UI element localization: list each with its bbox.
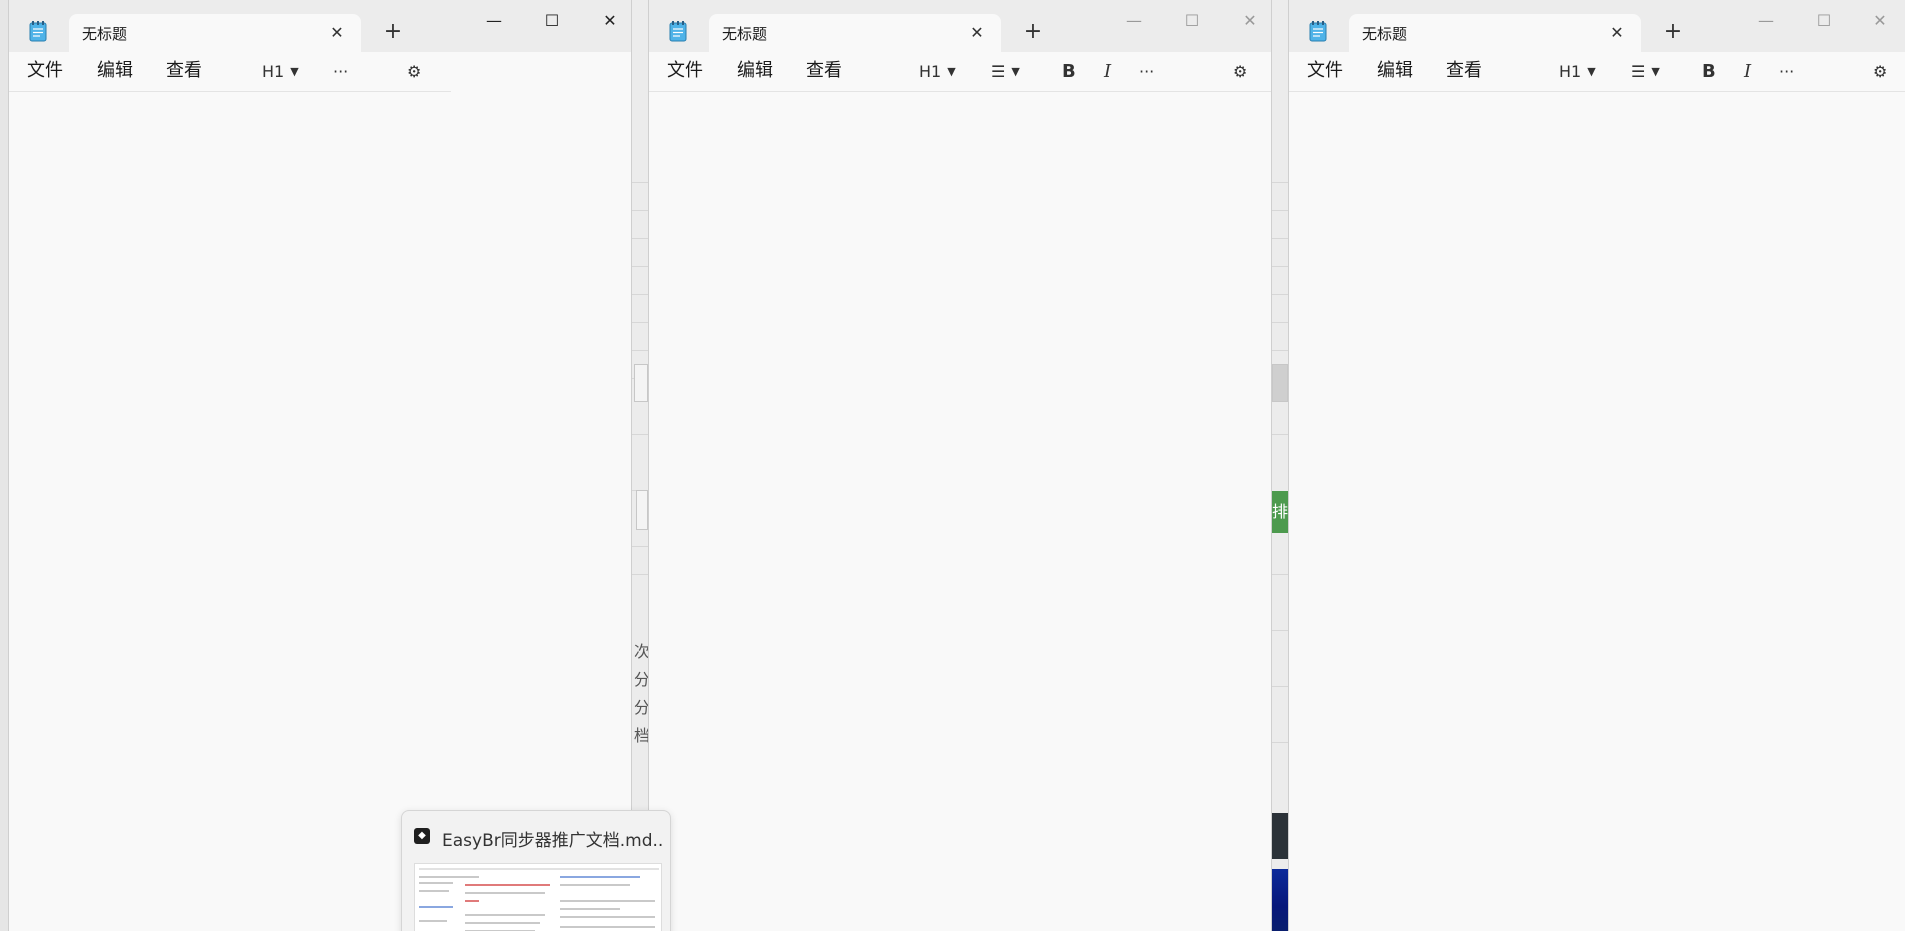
close-icon[interactable]: ✕ [327,23,347,43]
bold-button[interactable]: B [1062,60,1076,84]
notepad-icon [669,21,687,42]
tab-title: 无标题 [82,25,128,43]
close-icon[interactable]: ✕ [1227,6,1271,36]
tab-untitled[interactable]: 无标题 ✕ [1349,14,1641,52]
title-bar[interactable]: 无标题 ✕ + — ☐ ✕ [9,0,631,52]
plus-icon[interactable]: + [381,20,405,44]
title-bar[interactable]: 无标题 ✕ + — ☐ ✕ [649,0,1271,52]
menu-file[interactable]: 文件 [27,60,63,82]
bold-button[interactable]: B [1702,60,1716,84]
heading-dropdown[interactable]: H1 ▼ [262,60,299,84]
thumbnail-preview [414,863,662,931]
chevron-down-icon: ▼ [290,65,299,78]
close-icon[interactable]: ✕ [1607,23,1627,43]
more-button[interactable]: ··· [1139,60,1154,84]
background-text: 分 [634,698,648,717]
bulleted-list-icon: ☰ [991,62,1006,81]
notepad-icon [1309,21,1327,42]
chevron-down-icon: ▼ [1011,65,1020,78]
heading-label: H1 [262,62,285,81]
notepad-icon [29,21,47,42]
app-icon: ◆ [414,828,430,844]
heading-label: H1 [1559,62,1582,81]
maximize-icon[interactable]: ☐ [1801,6,1847,36]
background-window-strip-1: 次 分 分 档 [632,0,648,931]
menu-file[interactable]: 文件 [667,60,703,82]
list-dropdown[interactable]: ☰ ▼ [991,60,1020,84]
notepad-window-3: 无标题 ✕ + — ☐ ✕ 文件 编辑 查看 H1 ▼ ☰ ▼ B I ··· ⚙ [1288,0,1905,931]
maximize-icon[interactable]: ☐ [1169,6,1215,36]
close-icon[interactable]: ✕ [967,23,987,43]
menu-file[interactable]: 文件 [1307,60,1343,82]
minimize-icon[interactable]: — [1743,6,1789,36]
heading-dropdown[interactable]: H1 ▼ [1559,60,1596,84]
notepad-window-1: 无标题 ✕ + — ☐ ✕ 文件 编辑 查看 H1 ▼ ··· ⚙ [8,0,632,931]
menu-edit[interactable]: 编辑 [737,60,773,82]
menu-bar: 文件 编辑 查看 H1 ▼ ☰ ▼ B I ··· ⚙ [649,52,1271,92]
taskbar-thumbnail[interactable]: ◆ EasyBr同步器推广文档.md... [401,810,671,931]
background-blue-wallpaper [1272,869,1288,931]
menu-edit[interactable]: 编辑 [1377,60,1413,82]
background-window-strip-2 [1272,0,1288,931]
close-icon[interactable]: ✕ [587,6,631,36]
chevron-down-icon: ▼ [947,65,956,78]
tab-untitled[interactable]: 无标题 ✕ [69,14,361,52]
list-dropdown[interactable]: ☰ ▼ [1631,60,1660,84]
text-editor[interactable] [649,92,1271,931]
italic-button[interactable]: I [1104,60,1111,84]
italic-button[interactable]: I [1744,60,1751,84]
maximize-icon[interactable]: ☐ [529,6,575,36]
text-editor[interactable] [1289,92,1905,931]
tab-untitled[interactable]: 无标题 ✕ [709,14,1001,52]
tab-title: 无标题 [722,25,768,43]
more-button[interactable]: ··· [1779,60,1794,84]
title-bar[interactable]: 无标题 ✕ + — ☐ ✕ [1289,0,1905,52]
thumbnail-title: EasyBr同步器推广文档.md... [442,831,664,851]
background-text: 档 [634,726,648,745]
text-editor[interactable] [9,92,631,931]
plus-icon[interactable]: + [1661,20,1685,44]
chevron-down-icon: ▼ [1587,65,1596,78]
menu-view[interactable]: 查看 [1446,60,1482,82]
minimize-icon[interactable]: — [1111,6,1157,36]
menu-view[interactable]: 查看 [166,60,202,82]
background-text: 分 [634,670,648,689]
plus-icon[interactable]: + [1021,20,1045,44]
heading-label: H1 [919,62,942,81]
chevron-down-icon: ▼ [1651,65,1660,78]
gear-icon[interactable]: ⚙ [1233,60,1247,84]
menu-bar: 文件 编辑 查看 H1 ▼ ··· ⚙ [9,52,451,92]
close-icon[interactable]: ✕ [1857,6,1903,36]
background-text: 次 [634,642,648,661]
minimize-icon[interactable]: — [471,6,517,36]
bulleted-list-icon: ☰ [1631,62,1646,81]
notepad-window-2: 无标题 ✕ + — ☐ ✕ 文件 编辑 查看 H1 ▼ ☰ ▼ B I ··· ⚙ [648,0,1272,931]
background-dark-panel [1272,813,1288,859]
gear-icon[interactable]: ⚙ [1873,60,1887,84]
gear-icon[interactable]: ⚙ [407,60,421,84]
tab-title: 无标题 [1362,25,1408,43]
menu-view[interactable]: 查看 [806,60,842,82]
heading-dropdown[interactable]: H1 ▼ [919,60,956,84]
more-button[interactable]: ··· [333,60,348,84]
background-green-button: 排 [1272,491,1288,533]
menu-edit[interactable]: 编辑 [97,60,133,82]
menu-bar: 文件 编辑 查看 H1 ▼ ☰ ▼ B I ··· ⚙ [1289,52,1905,92]
